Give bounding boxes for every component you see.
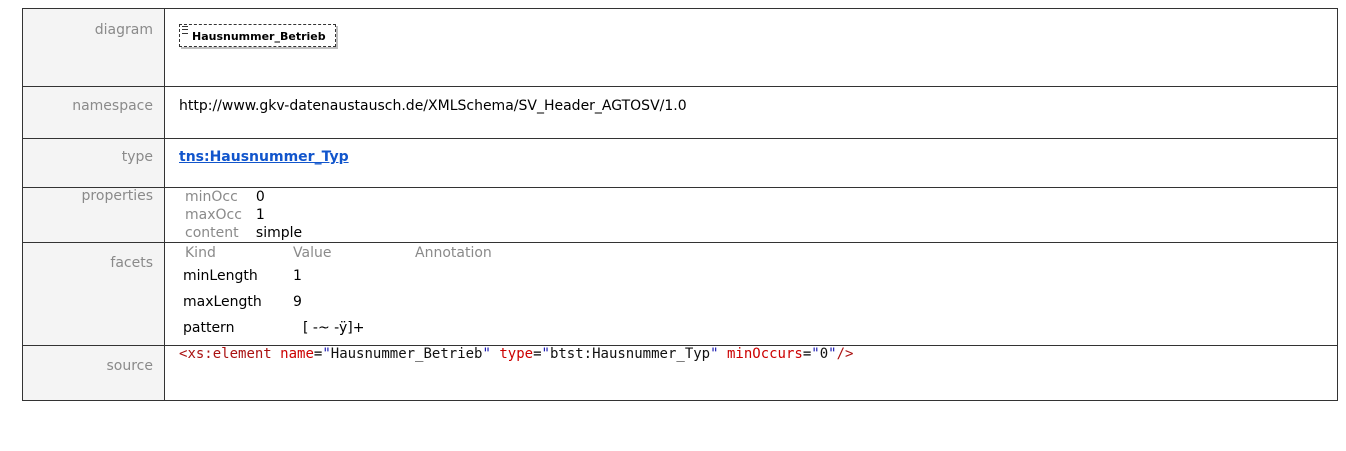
row-type: type tns:Hausnummer_Typ: [22, 138, 1338, 188]
facets-header-annotation: Annotation: [415, 245, 492, 261]
property-key: content: [185, 225, 239, 241]
facet-kind: pattern: [183, 320, 235, 336]
namespace-value: http://www.gkv-datenaustausch.de/XMLSche…: [164, 86, 1338, 139]
facet-kind: maxLength: [183, 294, 262, 310]
xml-close-bracket: />: [836, 346, 854, 362]
property-row: content simple: [185, 224, 302, 242]
facet-annotation: [415, 289, 492, 315]
properties-table: minOcc 0 maxOcc 1 content simple: [185, 188, 302, 242]
xml-tag-name: xs:element: [187, 346, 272, 362]
xml-attr-name: name: [280, 346, 314, 362]
facets-cell: Kind Value Annotation minLength 1 maxLen…: [164, 242, 1338, 346]
facet-annotation: [415, 315, 492, 341]
row-source: source <xs:element name="Hausnummer_Betr…: [22, 345, 1338, 401]
diagram-label: diagram: [22, 8, 165, 87]
facet-annotation: [415, 263, 492, 289]
xml-attr-name: minOccurs: [726, 346, 803, 362]
type-label: type: [22, 138, 165, 188]
property-row: maxOcc 1: [185, 206, 302, 224]
facets-label: facets: [22, 242, 165, 346]
facets-header-kind: Kind: [185, 245, 216, 261]
facet-row: maxLength 9: [179, 289, 492, 315]
properties-cell: minOcc 0 maxOcc 1 content simple: [164, 187, 1338, 243]
property-value: 1: [255, 207, 265, 223]
property-value: 0: [255, 189, 265, 205]
type-cell: tns:Hausnummer_Typ: [164, 138, 1338, 188]
row-properties: properties minOcc 0 maxOcc 1 content sim…: [22, 187, 1338, 243]
xml-attr-name: type: [499, 346, 534, 362]
element-icon: [182, 26, 188, 34]
source-code: <xs:element name="Hausnummer_Betrieb" ty…: [164, 345, 1338, 401]
element-diagram-box[interactable]: Hausnummer_Betrieb: [179, 24, 336, 47]
source-label: source: [22, 345, 165, 401]
properties-label: properties: [22, 187, 165, 243]
property-key: maxOcc: [185, 207, 242, 223]
diagram-element-name: Hausnummer_Betrieb: [192, 30, 326, 43]
facet-row: pattern [ -~ -ÿ]+: [179, 315, 492, 341]
xml-attr-value: 0: [819, 346, 829, 362]
element-documentation-table: diagram Hausnummer_Betrieb namespace htt…: [22, 8, 1338, 401]
clipped-page-heading: [0, 0, 1346, 6]
diagram-cell: Hausnummer_Betrieb: [164, 8, 1338, 87]
row-diagram: diagram Hausnummer_Betrieb: [22, 8, 1338, 87]
xml-attr-value: Hausnummer_Betrieb: [330, 346, 483, 362]
facets-table: Kind Value Annotation minLength 1 maxLen…: [179, 243, 492, 341]
property-row: minOcc 0: [185, 188, 302, 206]
facet-value: 1: [293, 268, 302, 284]
facet-value: [ -~ -ÿ]+: [303, 320, 365, 336]
facets-header-value: Value: [293, 245, 332, 261]
facet-kind: minLength: [183, 268, 258, 284]
facet-row: minLength 1: [179, 263, 492, 289]
property-value: simple: [255, 225, 303, 241]
type-link[interactable]: tns:Hausnummer_Typ: [179, 149, 349, 165]
row-namespace: namespace http://www.gkv-datenaustausch.…: [22, 86, 1338, 139]
xml-attr-value: btst:Hausnummer_Typ: [549, 346, 711, 362]
property-key: minOcc: [185, 189, 238, 205]
facets-header-row: Kind Value Annotation: [179, 243, 492, 263]
facet-value: 9: [293, 294, 302, 310]
row-facets: facets Kind Value Annotation minLength 1…: [22, 242, 1338, 346]
namespace-label: namespace: [22, 86, 165, 139]
